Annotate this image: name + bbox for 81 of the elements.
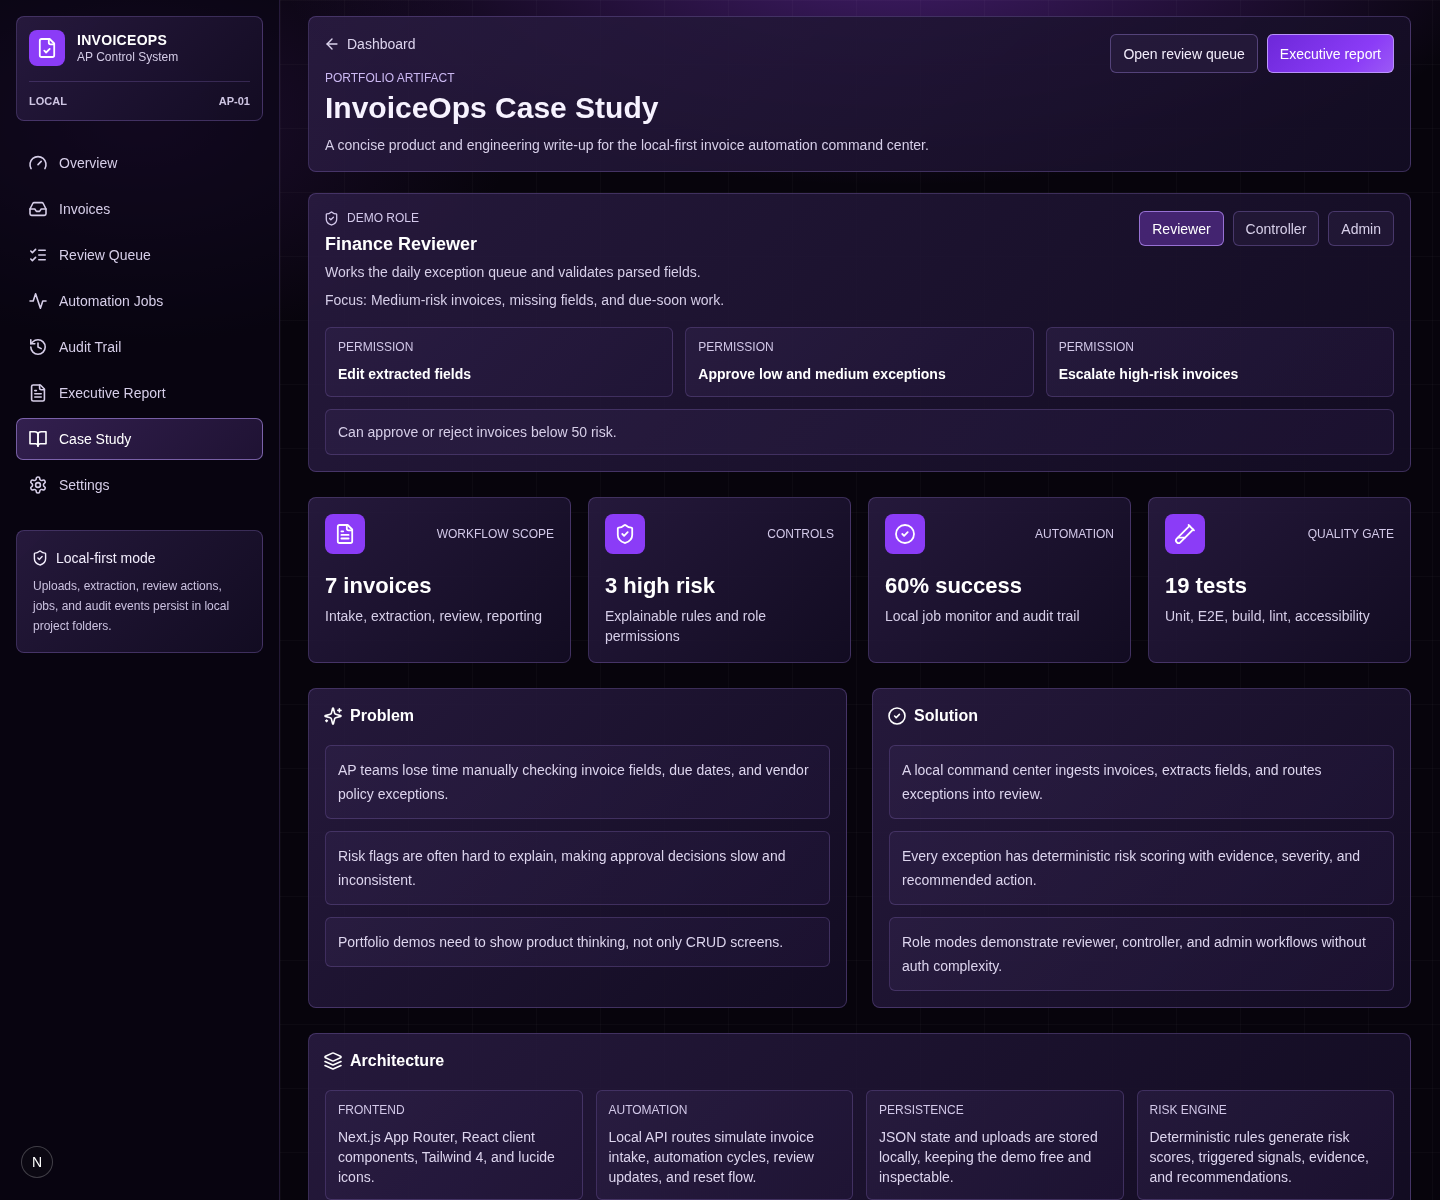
secondary-button[interactable]: Open review queue: [1110, 34, 1258, 73]
sidebar-nav-item[interactable]: Settings: [16, 464, 263, 506]
layers-icon: [325, 1053, 341, 1069]
stat-label: CONTROLS: [767, 526, 834, 542]
stat-label: AUTOMATION: [1035, 526, 1114, 542]
book-icon: [30, 431, 46, 447]
architecture-label: FRONTEND: [338, 1102, 406, 1118]
pulse-icon: [30, 293, 46, 309]
sidebar-nav-item[interactable]: Case Study: [16, 418, 263, 460]
test-tube-icon: [1165, 514, 1205, 554]
sidebar-nav-item[interactable]: Overview: [16, 142, 263, 184]
system-code: AP-01: [218, 95, 250, 108]
file-check-icon: [29, 30, 65, 66]
architecture-label: RISK ENGINE: [1149, 1102, 1228, 1118]
section-title: Architecture: [350, 1051, 445, 1071]
stat-value: 3 high risk: [605, 572, 717, 600]
permission-label: PERMISSION: [338, 339, 415, 355]
role-toggle[interactable]: Controller: [1232, 211, 1320, 246]
history-icon: [30, 339, 46, 355]
solution-statement: Role modes demonstrate reviewer, controller, and admin workflows without auth complexity.: [889, 917, 1394, 991]
document-icon: [30, 385, 46, 401]
solution-statement: A local command center ingests invoices, extracts fields, and routes exceptions into review.: [889, 745, 1394, 819]
stat-value: 7 invoices: [325, 572, 433, 600]
architecture-text: Local API routes simulate invoice intake, automation cycles, review updates, and reset flow.: [608, 1128, 815, 1187]
stat-label: QUALITY GATE: [1307, 526, 1394, 542]
check-circle-icon: [889, 708, 905, 724]
shield-check-icon: [605, 514, 645, 554]
back-link[interactable]: Dashboard: [325, 34, 929, 54]
sidebar-nav-item[interactable]: Audit Trail: [16, 326, 263, 368]
architecture-text: Next.js App Router, React client components, Tailwind 4, and lucide icons.: [338, 1128, 556, 1187]
sidebar-nav-item[interactable]: Invoices: [16, 188, 263, 230]
shield-check-icon: [325, 211, 338, 225]
section-title: Problem: [350, 706, 414, 726]
architecture-label: AUTOMATION: [608, 1102, 689, 1118]
architecture-text: JSON state and uploads are stored locally, keeping the demo free and inspectable.: [879, 1128, 1099, 1187]
checklist-icon: [30, 247, 46, 263]
info-title: Local-first mode: [56, 549, 156, 568]
page-title: InvoiceOps Case Study: [325, 90, 660, 126]
architecture-text: Deterministic rules generate risk scores, triggered signals, evidence, and recommendations.: [1149, 1128, 1370, 1187]
permission-value: Approve low and medium exceptions: [698, 365, 947, 384]
gauge-icon: [30, 155, 46, 171]
role-toggle[interactable]: Admin: [1328, 211, 1394, 246]
environment-label: LOCAL: [29, 95, 67, 108]
role-focus: Focus: Medium-risk invoices, missing fields, and due-soon work.: [325, 291, 725, 310]
sidebar-nav-item[interactable]: Executive Report: [16, 372, 263, 414]
sparkles-icon: [325, 708, 341, 724]
sidebar-nav-item[interactable]: Automation Jobs: [16, 280, 263, 322]
dev-tools-button[interactable]: N: [21, 1146, 53, 1178]
stat-label: WORKFLOW SCOPE: [436, 526, 554, 542]
problem-statement: AP teams lose time manually checking invoice fields, due dates, and vendor policy exceptions.: [325, 745, 830, 819]
shield-check-icon: [33, 551, 47, 565]
brand-subtitle: AP Control System: [77, 49, 179, 65]
page-description: A concise product and engineering write-up for the local-first invoice automation command center.: [325, 136, 929, 155]
stat-detail: Intake, extraction, review, reporting: [325, 607, 544, 626]
permission-value: Edit extracted fields: [338, 365, 473, 384]
problem-statement: Portfolio demos need to show product thinking, not only CRUD screens.: [325, 917, 830, 967]
stat-detail: Unit, E2E, build, lint, accessibility: [1165, 607, 1371, 626]
info-text: Uploads, extraction, review actions, jobs, and audit events persist in local project folders.: [33, 578, 231, 635]
permission-label: PERMISSION: [1058, 339, 1135, 355]
inbox-icon: [30, 201, 46, 217]
stat-value: 19 tests: [1165, 572, 1248, 600]
problem-statement: Risk flags are often hard to explain, making approval decisions slow and inconsistent.: [325, 831, 830, 905]
architecture-label: PERSISTENCE: [879, 1102, 965, 1118]
stat-detail: Local job monitor and audit trail: [885, 607, 1081, 626]
role-eyebrow: DEMO ROLE: [347, 210, 419, 226]
section-title: Solution: [914, 706, 978, 726]
stat-detail: Explainable rules and role permissions: [605, 607, 768, 646]
brand-title: INVOICEOPS: [77, 31, 169, 49]
sidebar-nav-item[interactable]: Review Queue: [16, 234, 263, 276]
primary-button[interactable]: Executive report: [1266, 34, 1394, 73]
solution-statement: Every exception has deterministic risk scoring with evidence, severity, and recommended action.: [889, 831, 1394, 905]
role-title: Finance Reviewer: [325, 233, 479, 256]
document-icon: [325, 514, 365, 554]
permission-value: Escalate high-risk invoices: [1058, 365, 1240, 384]
settings-icon: [30, 477, 46, 493]
permission-label: PERMISSION: [698, 339, 775, 355]
stat-value: 60% success: [885, 572, 1023, 600]
eyebrow-label: PORTFOLIO ARTIFACT: [325, 70, 456, 86]
role-note: Can approve or reject invoices below 50 risk.: [325, 409, 1394, 455]
role-description: Works the daily exception queue and validates parsed fields.: [325, 263, 702, 282]
role-toggle[interactable]: Reviewer: [1139, 211, 1224, 246]
